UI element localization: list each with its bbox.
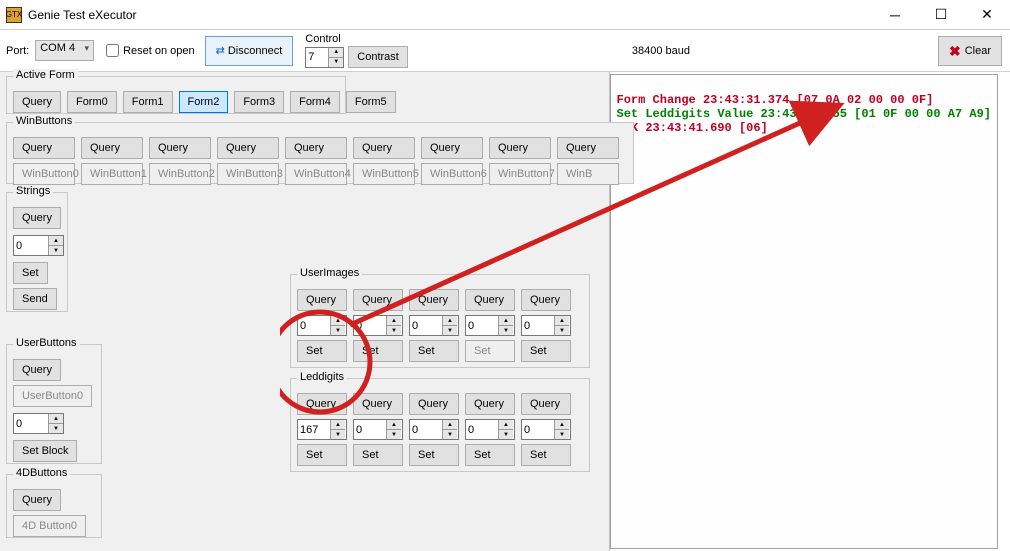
leddigits-set-3[interactable]: Set	[465, 444, 515, 466]
winbutton-query-5[interactable]: Query	[353, 137, 415, 159]
close-button[interactable]: ✕	[964, 0, 1010, 30]
leddigits-query-0[interactable]: Query	[297, 393, 347, 415]
userbuttons-setblock[interactable]: Set Block	[13, 440, 77, 462]
log-line-1: Form Change 23:43:31.374 [07 0A 02 00 00…	[617, 93, 934, 107]
disconnect-button[interactable]: ⇄ Disconnect	[205, 36, 294, 66]
userimages-query-2[interactable]: Query	[409, 289, 459, 311]
userimages-query-1[interactable]: Query	[353, 289, 403, 311]
winbuttons-group: WinButtons QueryQueryQueryQueryQueryQuer…	[6, 122, 634, 184]
userimages-query-3[interactable]: Query	[465, 289, 515, 311]
disconnect-icon: ⇄	[216, 44, 225, 57]
leddigits-set-4[interactable]: Set	[521, 444, 571, 466]
winbutton-4[interactable]: WinButton4	[285, 163, 347, 185]
baud-text: 38400 baud	[632, 45, 690, 57]
form-tab-4[interactable]: Form4	[290, 91, 340, 113]
winbutton-query-2[interactable]: Query	[149, 137, 211, 159]
winbutton-query-4[interactable]: Query	[285, 137, 347, 159]
userimages-set-2[interactable]: Set	[409, 340, 459, 362]
activeform-query[interactable]: Query	[13, 91, 61, 113]
clear-icon: ✖	[949, 43, 961, 60]
maximize-button[interactable]: ☐	[918, 0, 964, 30]
winbutton-query-8[interactable]: Query	[557, 137, 619, 159]
active-form-group: Active Form QueryForm0Form1Form2Form3For…	[6, 76, 346, 114]
userimages-set-1[interactable]: Set	[353, 340, 403, 362]
port-combo[interactable]: COM 4	[35, 40, 94, 61]
form-tab-1[interactable]: Form1	[123, 91, 173, 113]
leddigits-query-4[interactable]: Query	[521, 393, 571, 415]
contrast-button[interactable]: Contrast	[348, 46, 408, 68]
strings-group: Strings Query ▲▼ Set Send	[6, 192, 68, 312]
clear-button[interactable]: ✖ Clear	[938, 36, 1002, 66]
leddigits-spinner-3[interactable]: ▲▼	[465, 419, 515, 440]
leddigits-spinner-2[interactable]: ▲▼	[409, 419, 459, 440]
form-tab-2[interactable]: Form2	[179, 91, 229, 113]
window-title: Genie Test eXecutor	[28, 8, 137, 22]
toolbar: Port: COM 4 Reset on open ⇄ Disconnect C…	[0, 30, 1010, 72]
userbuttons-spinner[interactable]: ▲▼	[13, 413, 64, 434]
userimages-set-4[interactable]: Set	[521, 340, 571, 362]
winbutton-7[interactable]: WinButton7	[489, 163, 551, 185]
leddigits-spinner-1[interactable]: ▲▼	[353, 419, 403, 440]
reset-on-open[interactable]: Reset on open	[106, 44, 195, 57]
winbutton-query-0[interactable]: Query	[13, 137, 75, 159]
userimages-spinner-4[interactable]: ▲▼	[521, 315, 571, 336]
control-label: Control	[305, 33, 408, 45]
userimages-spinner-1[interactable]: ▲▼	[353, 315, 403, 336]
userimages-spinner-2[interactable]: ▲▼	[409, 315, 459, 336]
userimages-set-3[interactable]: Set	[465, 340, 515, 362]
port-label: Port:	[6, 45, 29, 57]
userbutton0[interactable]: UserButton0	[13, 385, 92, 407]
log-line-2: Set Leddigits Value 23:43:41.655 [01 0F …	[617, 107, 991, 121]
leddigits-set-1[interactable]: Set	[353, 444, 403, 466]
userimages-query-0[interactable]: Query	[297, 289, 347, 311]
form-tab-3[interactable]: Form3	[234, 91, 284, 113]
leddigits-set-0[interactable]: Set	[297, 444, 347, 466]
minimize-button[interactable]: ─	[872, 0, 918, 30]
leddigits-set-2[interactable]: Set	[409, 444, 459, 466]
userimages-query-4[interactable]: Query	[521, 289, 571, 311]
strings-query[interactable]: Query	[13, 207, 61, 229]
userbuttons-group: UserButtons Query UserButton0 ▲▼ Set Blo…	[6, 344, 102, 464]
app-icon: GTX	[6, 7, 22, 23]
winbutton-query-6[interactable]: Query	[421, 137, 483, 159]
winbutton-query-3[interactable]: Query	[217, 137, 279, 159]
winbutton-query-7[interactable]: Query	[489, 137, 551, 159]
winbutton-1[interactable]: WinButton1	[81, 163, 143, 185]
userbuttons-query[interactable]: Query	[13, 359, 61, 381]
left-panel: Active Form QueryForm0Form1Form2Form3For…	[0, 72, 610, 551]
strings-set[interactable]: Set	[13, 262, 48, 284]
fourd-group: 4DButtons Query 4D Button0	[6, 474, 102, 538]
winbutton-query-1[interactable]: Query	[81, 137, 143, 159]
winbutton-2[interactable]: WinButton2	[149, 163, 211, 185]
fourd-query[interactable]: Query	[13, 489, 61, 511]
winbutton-8[interactable]: WinB	[557, 163, 619, 185]
titlebar: GTX Genie Test eXecutor ─ ☐ ✕	[0, 0, 1010, 30]
leddigits-query-2[interactable]: Query	[409, 393, 459, 415]
log-panel: Form Change 23:43:31.374 [07 0A 02 00 00…	[610, 74, 998, 549]
leddigits-query-3[interactable]: Query	[465, 393, 515, 415]
form-tab-5[interactable]: Form5	[346, 91, 396, 113]
reset-checkbox[interactable]	[106, 44, 119, 57]
userimages-set-0[interactable]: Set	[297, 340, 347, 362]
log-line-3: ACK 23:43:41.690 [06]	[617, 121, 768, 135]
winbutton-5[interactable]: WinButton5	[353, 163, 415, 185]
control-spinner[interactable]: ▲▼	[305, 47, 344, 68]
form-tab-0[interactable]: Form0	[67, 91, 117, 113]
userimages-spinner-3[interactable]: ▲▼	[465, 315, 515, 336]
strings-spinner[interactable]: ▲▼	[13, 235, 64, 256]
winbutton-3[interactable]: WinButton3	[217, 163, 279, 185]
strings-send[interactable]: Send	[13, 288, 57, 310]
winbutton-6[interactable]: WinButton6	[421, 163, 483, 185]
winbutton-0[interactable]: WinButton0	[13, 163, 75, 185]
leddigits-group: Leddigits QueryQueryQueryQueryQuery▲▼▲▼▲…	[290, 378, 590, 472]
leddigits-query-1[interactable]: Query	[353, 393, 403, 415]
userimages-spinner-0[interactable]: ▲▼	[297, 315, 347, 336]
leddigits-spinner-4[interactable]: ▲▼	[521, 419, 571, 440]
userimages-group: UserImages QueryQueryQueryQueryQuery▲▼▲▼…	[290, 274, 590, 368]
fourd-button0[interactable]: 4D Button0	[13, 515, 86, 537]
leddigits-spinner-0[interactable]: ▲▼	[297, 419, 347, 440]
